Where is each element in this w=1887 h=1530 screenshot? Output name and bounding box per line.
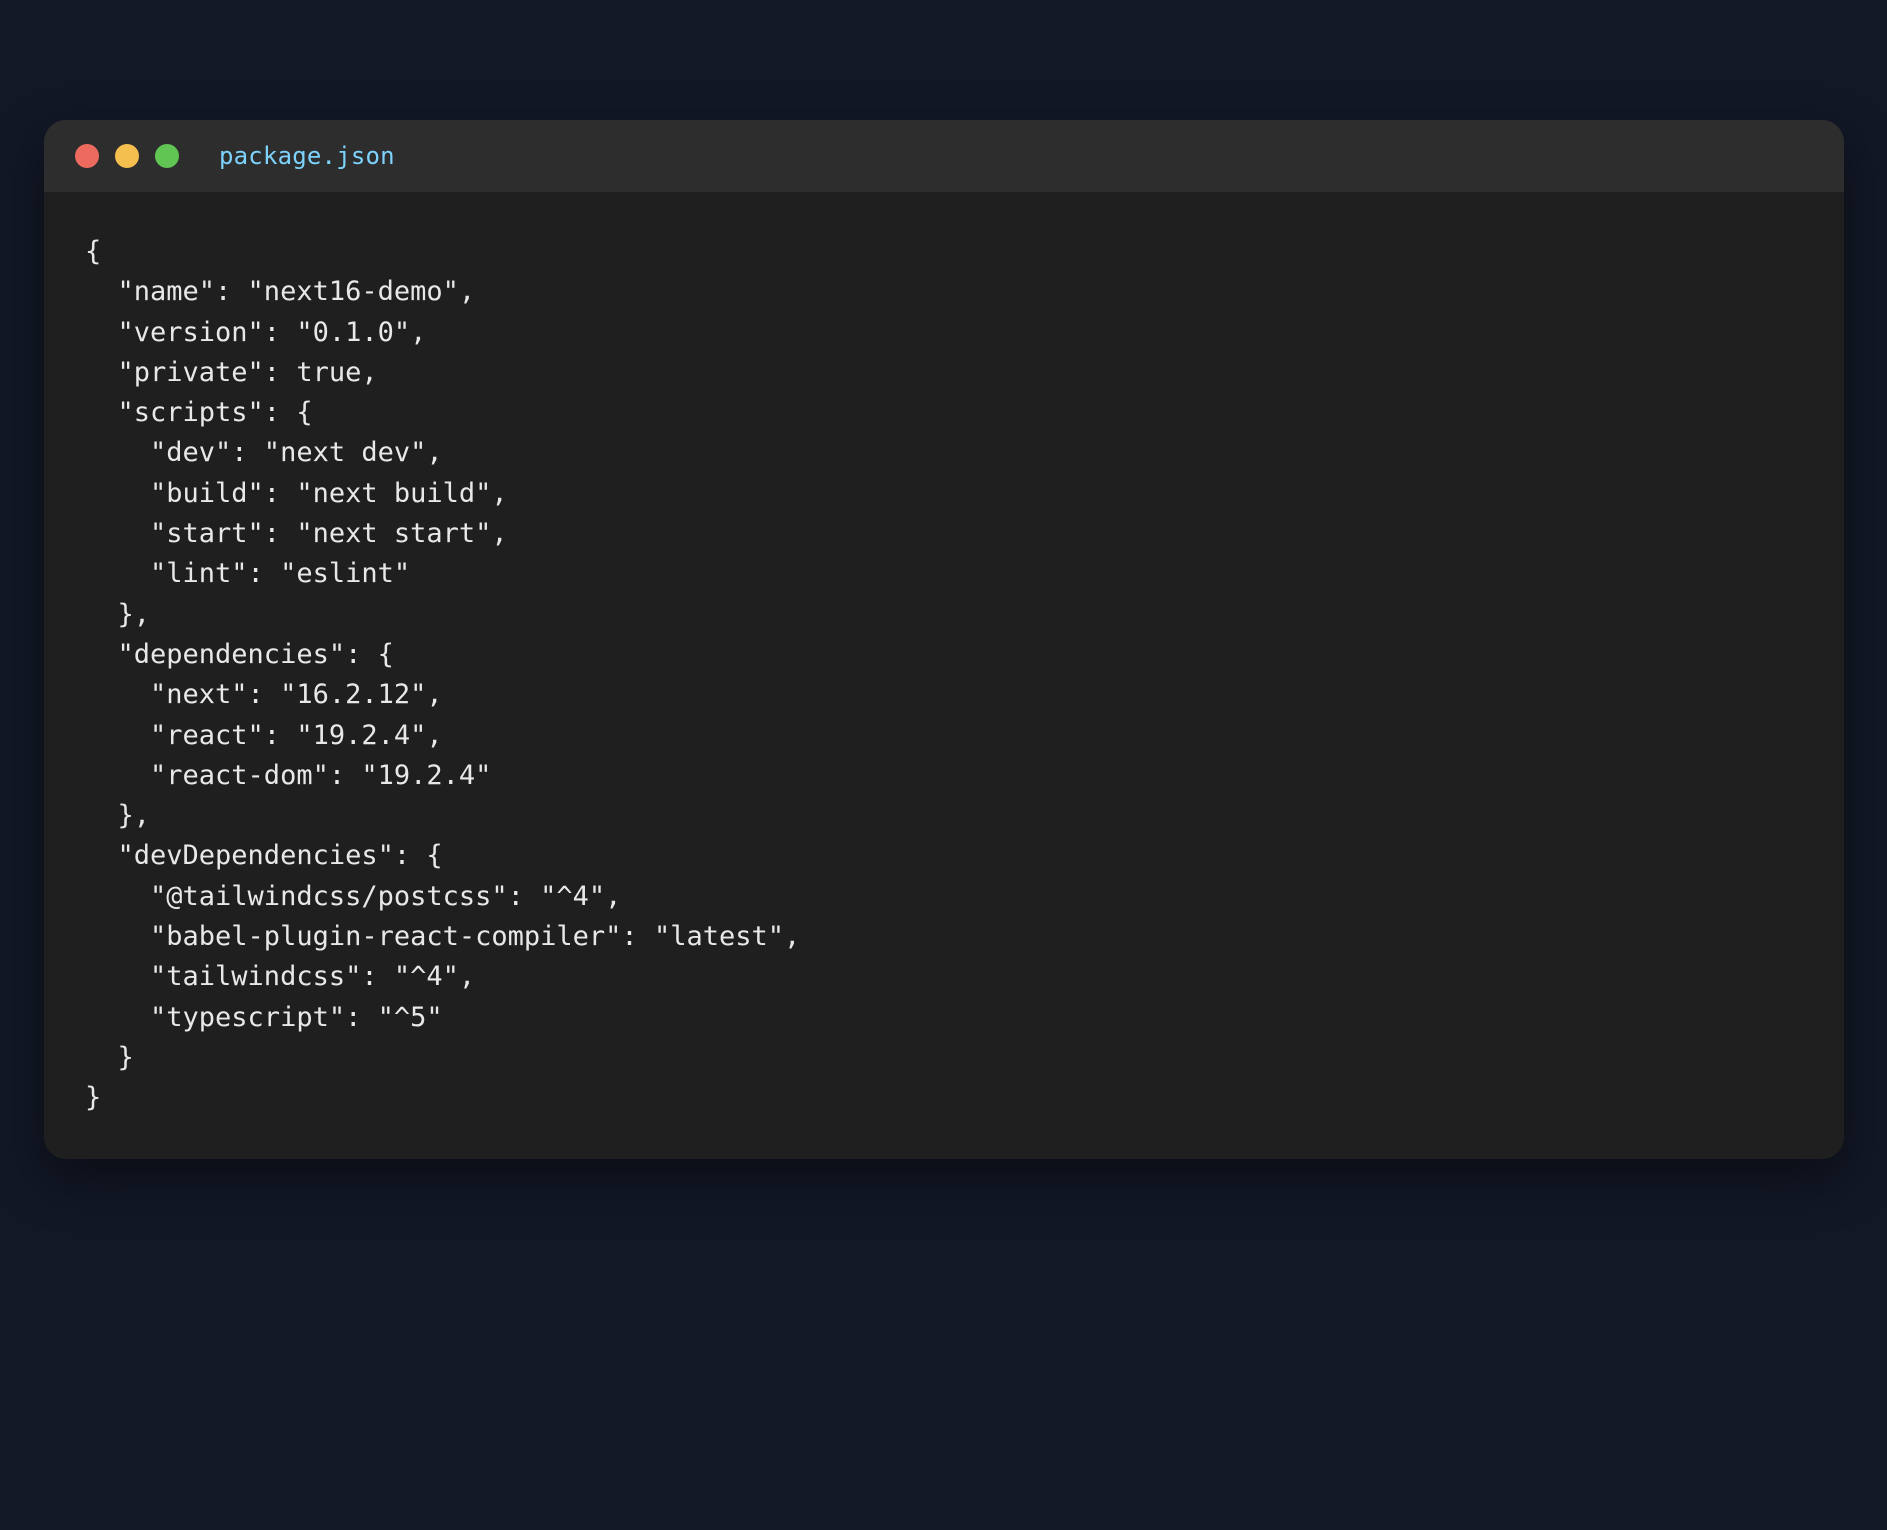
code-line: "build": "next build",	[85, 477, 508, 509]
window-titlebar: package.json	[44, 120, 1844, 192]
code-line: "react": "19.2.4",	[85, 719, 443, 751]
maximize-dot-icon[interactable]	[155, 144, 179, 168]
code-line: "version": "0.1.0",	[85, 316, 427, 348]
code-line: "next": "16.2.12",	[85, 679, 443, 711]
window-title: package.json	[219, 142, 395, 170]
close-dot-icon[interactable]	[75, 144, 99, 168]
code-line: }	[85, 1082, 102, 1114]
code-line: "react-dom": "19.2.4"	[85, 759, 492, 791]
code-line: "devDependencies": {	[85, 840, 443, 872]
code-line: "typescript": "^5"	[85, 1001, 443, 1033]
code-line: "scripts": {	[85, 397, 313, 429]
code-block: { "name": "next16-demo", "version": "0.1…	[85, 232, 800, 1119]
code-line: "dependencies": {	[85, 638, 394, 670]
code-line: },	[85, 800, 151, 832]
code-line: "dev": "next dev",	[85, 437, 443, 469]
code-window: package.json { "name": "next16-demo", "v…	[44, 120, 1844, 1159]
code-line: "lint": "eslint"	[85, 558, 411, 590]
code-line: "name": "next16-demo",	[85, 276, 476, 308]
code-line: "start": "next start",	[85, 518, 508, 550]
code-line: "@tailwindcss/postcss": "^4",	[85, 880, 622, 912]
code-line: },	[85, 598, 151, 630]
code-line: }	[85, 1041, 134, 1073]
code-line: "private": true,	[85, 356, 378, 388]
code-line: "babel-plugin-react-compiler": "latest",	[85, 921, 801, 953]
code-line: "tailwindcss": "^4",	[85, 961, 476, 993]
minimize-dot-icon[interactable]	[115, 144, 139, 168]
code-line: {	[85, 236, 102, 267]
